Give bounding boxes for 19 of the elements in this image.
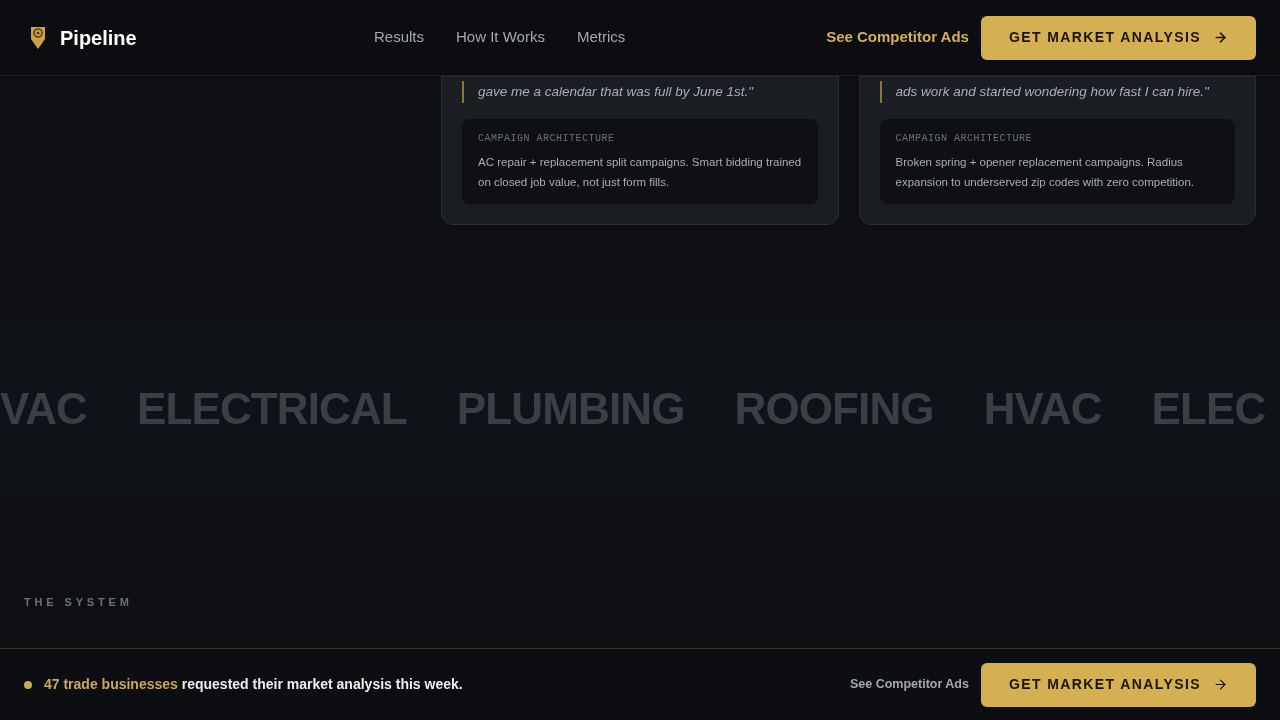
campaign-text: AC repair + replacement split campaigns. Smart bidding trained on closed job value, not just form fills.: [478, 155, 802, 190]
arrow-icon: [1213, 30, 1228, 45]
testimonial-quote: gave me a calendar that was full by June 1st.": [462, 81, 818, 103]
arrow-icon: [1213, 677, 1228, 692]
competitor-ads-link[interactable]: See Competitor Ads: [849, 675, 969, 694]
competitor-ads-link[interactable]: See Competitor Ads: [826, 26, 969, 49]
nav-link[interactable]: Metrics: [576, 26, 626, 49]
nav-link[interactable]: Results: [374, 26, 425, 49]
market-analysis-button[interactable]: GET MARKET ANALYSIS: [980, 15, 1256, 60]
testimonial-quote: ads work and started wondering how fast I can hire.": [879, 81, 1235, 103]
section-eyebrow: THE SYSTEM: [24, 595, 134, 610]
brand-name: Pipeline: [60, 25, 137, 51]
social-proof-text: 47 trade businesses requested their market analysis this week.: [44, 675, 463, 694]
market-analysis-button[interactable]: GET MARKET ANALYSIS: [980, 662, 1256, 707]
campaign-label: CAMPAIGN ARCHITECTURE: [895, 132, 1034, 146]
nav-link[interactable]: How It Works: [456, 26, 545, 49]
logo-icon: [28, 24, 48, 51]
campaign-label: CAMPAIGN ARCHITECTURE: [478, 132, 616, 146]
campaign-text: Broken spring + opener replacement campaigns. Radius expansion to underserved zip codes with zero competition.: [895, 155, 1196, 190]
